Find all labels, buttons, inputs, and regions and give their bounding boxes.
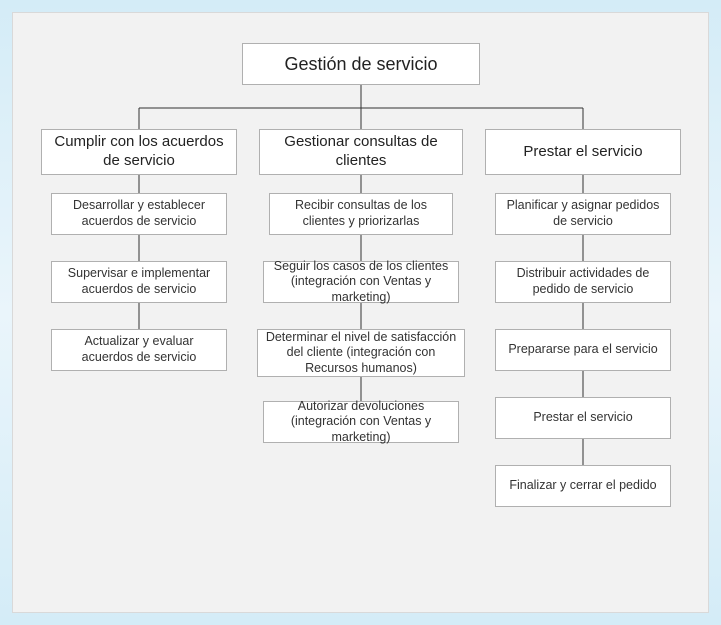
category-3: Prestar el servicio bbox=[485, 129, 681, 175]
col1-step3: Actualizar y evaluar acuerdos de servici… bbox=[51, 329, 227, 371]
col3-step4: Prestar el servicio bbox=[495, 397, 671, 439]
category-2: Gestionar consultas de clientes bbox=[259, 129, 463, 175]
col2-step1: Recibir consultas de los clientes y prio… bbox=[269, 193, 453, 235]
col1-step1: Desarrollar y establecer acuerdos de ser… bbox=[51, 193, 227, 235]
col2-step2: Seguir los casos de los clientes (integr… bbox=[263, 261, 459, 303]
col3-step5: Finalizar y cerrar el pedido bbox=[495, 465, 671, 507]
col1-step2: Supervisar e implementar acuerdos de ser… bbox=[51, 261, 227, 303]
diagram-panel: Gestión de servicio Cumplir con los acue… bbox=[12, 12, 709, 613]
col3-step3: Prepararse para el servicio bbox=[495, 329, 671, 371]
col3-step1: Planificar y asignar pedidos de servicio bbox=[495, 193, 671, 235]
col3-step2: Distribuir actividades de pedido de serv… bbox=[495, 261, 671, 303]
col2-step3: Determinar el nivel de satisfacción del … bbox=[257, 329, 465, 377]
category-1: Cumplir con los acuerdos de servicio bbox=[41, 129, 237, 175]
root-node: Gestión de servicio bbox=[242, 43, 480, 85]
connectors bbox=[13, 13, 708, 612]
col2-step4: Autorizar devoluciones (integración con … bbox=[263, 401, 459, 443]
